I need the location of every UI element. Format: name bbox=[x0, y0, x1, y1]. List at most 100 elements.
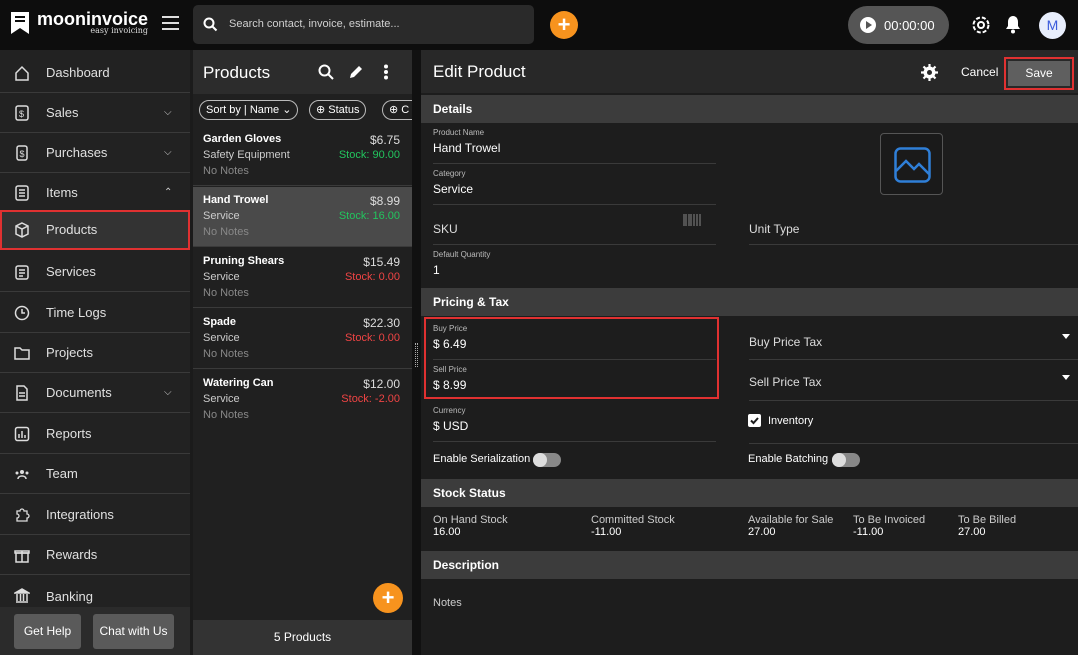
search-icon[interactable] bbox=[318, 64, 334, 80]
image-icon bbox=[894, 147, 931, 183]
product-row[interactable]: Pruning Shears $15.49 Service Stock: 0.0… bbox=[193, 248, 412, 308]
bell-icon[interactable] bbox=[1005, 15, 1021, 34]
sidebar-item-rewards[interactable]: Rewards bbox=[0, 535, 190, 575]
puzzle-icon bbox=[16, 507, 30, 522]
product-row[interactable]: Watering Can $12.00 Service Stock: -2.00… bbox=[193, 370, 412, 430]
sku-field[interactable]: SKU bbox=[433, 207, 716, 245]
settings-icon[interactable] bbox=[971, 15, 991, 35]
buy-price-value: $ 6.49 bbox=[433, 337, 467, 351]
sidebar-item-team[interactable]: Team bbox=[0, 454, 190, 494]
serialization-label: Enable Serialization bbox=[433, 453, 531, 465]
resize-handle[interactable] bbox=[412, 50, 421, 655]
avatar[interactable]: M bbox=[1039, 12, 1066, 39]
cancel-button[interactable]: Cancel bbox=[961, 65, 998, 79]
product-row[interactable]: Garden Gloves $6.75 Safety Equipment Sto… bbox=[193, 126, 412, 186]
barcode-icon[interactable] bbox=[683, 214, 701, 226]
clipboard-icon bbox=[15, 264, 29, 280]
sidebar-item-label: Dashboard bbox=[46, 65, 110, 80]
sidebar-item-label: Team bbox=[46, 466, 78, 481]
product-image-placeholder[interactable] bbox=[880, 133, 943, 195]
stat-label: To Be Billed bbox=[958, 514, 1017, 526]
stat-label: Available for Sale bbox=[748, 514, 834, 526]
field-label: Currency bbox=[433, 406, 466, 415]
field-label: Buy Price Tax bbox=[749, 335, 823, 349]
sidebar-item-projects[interactable]: Projects bbox=[0, 333, 190, 373]
bank-icon bbox=[14, 588, 30, 603]
batching-toggle[interactable] bbox=[832, 453, 860, 467]
field-label: Default Quantity bbox=[433, 250, 491, 259]
quick-add-button[interactable]: + bbox=[550, 11, 578, 39]
edit-icon[interactable] bbox=[348, 64, 364, 80]
product-name: Garden Gloves bbox=[203, 133, 282, 145]
timer-button[interactable]: 00:00:00 bbox=[848, 6, 949, 44]
stat-value: 27.00 bbox=[748, 526, 776, 538]
inventory-checkbox[interactable] bbox=[748, 414, 761, 427]
clock-icon bbox=[14, 305, 30, 320]
sidebar-item-dashboard[interactable]: Dashboard bbox=[0, 53, 190, 93]
stock-status-section-header: Stock Status bbox=[421, 479, 1078, 507]
list-icon bbox=[15, 184, 29, 201]
category-field[interactable]: Category Service bbox=[433, 165, 716, 205]
add-product-button[interactable]: + bbox=[373, 583, 403, 613]
sidebar-item-reports[interactable]: Reports bbox=[0, 414, 190, 454]
app-logo[interactable]: mooninvoice easy invoicing bbox=[10, 10, 148, 35]
buy-price-tax-dropdown[interactable]: Buy Price Tax bbox=[749, 320, 1078, 360]
product-stock: Stock: 16.00 bbox=[338, 210, 400, 222]
sell-price-field[interactable]: Sell Price $ 8.99 bbox=[433, 361, 716, 399]
stat-value: 16.00 bbox=[433, 526, 461, 538]
sidebar-item-services[interactable]: Services bbox=[0, 252, 190, 292]
products-title: Products bbox=[203, 63, 271, 82]
search-bar[interactable]: Search contact, invoice, estimate... bbox=[193, 5, 534, 44]
chevron-up-icon: ⌃ bbox=[164, 187, 173, 198]
sort-dropdown[interactable]: Sort by | Name ⌄ bbox=[199, 100, 299, 120]
search-input[interactable]: Search contact, invoice, estimate... bbox=[229, 18, 400, 30]
more-icon[interactable] bbox=[383, 64, 389, 80]
sidebar-item-sales[interactable]: $ Sales ⌵ bbox=[0, 93, 190, 133]
chevron-down-icon: ⌄ bbox=[282, 104, 292, 116]
more-filter[interactable]: ⊕ C bbox=[382, 100, 412, 120]
serialization-toggle[interactable] bbox=[533, 453, 561, 467]
gear-icon[interactable] bbox=[921, 64, 938, 81]
receipt-icon: $ bbox=[16, 144, 28, 161]
sidebar-item-products[interactable]: Products bbox=[0, 210, 190, 250]
edit-product-panel: Edit Product Cancel Save Details Product… bbox=[421, 50, 1078, 655]
caret-down-icon bbox=[1062, 375, 1070, 380]
currency-field[interactable]: Currency $ USD bbox=[433, 402, 716, 442]
sidebar-item-documents[interactable]: Documents ⌵ bbox=[0, 373, 190, 413]
timer-value: 00:00:00 bbox=[884, 18, 935, 33]
unit-type-field[interactable]: Unit Type bbox=[749, 207, 1078, 245]
products-count: 5 Products bbox=[193, 620, 412, 655]
default-quantity-value: 1 bbox=[433, 263, 440, 277]
sell-price-tax-dropdown[interactable]: Sell Price Tax bbox=[749, 361, 1078, 401]
batching-label: Enable Batching bbox=[748, 453, 829, 465]
sidebar-item-items[interactable]: Items ⌃ bbox=[0, 173, 190, 213]
folder-icon bbox=[14, 346, 30, 360]
top-bar: mooninvoice easy invoicing Search contac… bbox=[0, 0, 1078, 50]
sidebar-item-integrations[interactable]: Integrations bbox=[0, 495, 190, 535]
buy-price-field[interactable]: Buy Price $ 6.49 bbox=[433, 320, 716, 360]
menu-icon[interactable] bbox=[162, 16, 179, 30]
status-filter[interactable]: ⊕ Status bbox=[309, 100, 367, 120]
search-icon bbox=[203, 17, 218, 32]
save-button[interactable]: Save bbox=[1008, 61, 1070, 86]
category-value: Service bbox=[433, 182, 474, 196]
product-row[interactable]: Spade $22.30 Service Stock: 0.00 No Note… bbox=[193, 309, 412, 369]
stat-label: To Be Invoiced bbox=[853, 514, 926, 526]
sidebar-item-label: Integrations bbox=[46, 507, 114, 522]
product-notes: No Notes bbox=[203, 348, 249, 360]
products-header: Products bbox=[193, 50, 412, 94]
product-name-field[interactable]: Product Name Hand Trowel bbox=[433, 124, 716, 164]
field-label: Category bbox=[433, 169, 466, 178]
notes-field[interactable]: Notes bbox=[433, 597, 462, 609]
product-row-selected[interactable]: Hand Trowel $8.99 Service Stock: 16.00 N… bbox=[193, 187, 412, 247]
field-label: Unit Type bbox=[749, 222, 800, 236]
plus-circle-icon: ⊕ bbox=[389, 104, 399, 116]
sidebar-item-label: Projects bbox=[46, 345, 93, 360]
get-help-button[interactable]: Get Help bbox=[14, 614, 81, 649]
inventory-label: Inventory bbox=[768, 415, 814, 427]
default-quantity-field[interactable]: Default Quantity 1 bbox=[433, 246, 716, 286]
sidebar-item-purchases[interactable]: $ Purchases ⌵ bbox=[0, 133, 190, 173]
sidebar-item-label: Purchases bbox=[46, 145, 108, 160]
chat-button[interactable]: Chat with Us bbox=[93, 614, 174, 649]
sidebar-item-time-logs[interactable]: Time Logs bbox=[0, 293, 190, 333]
